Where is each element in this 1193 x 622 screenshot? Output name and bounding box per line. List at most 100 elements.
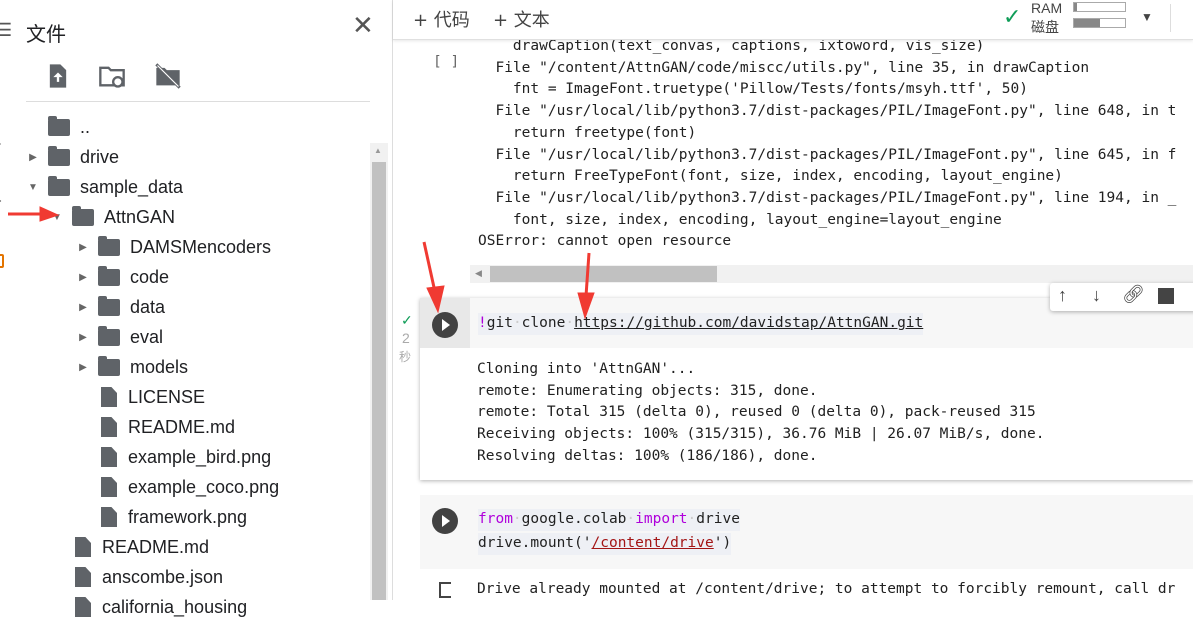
collapse-icon[interactable]: ▼ bbox=[26, 182, 40, 193]
scroll-up-icon[interactable]: ▲ bbox=[374, 146, 382, 155]
item-label: models bbox=[130, 356, 189, 377]
disk-label: 磁盘 bbox=[1031, 20, 1059, 36]
cell-output-line: Drive already mounted at /content/drive;… bbox=[477, 581, 1176, 597]
comment-icon[interactable] bbox=[1158, 288, 1174, 304]
sidebar-scrollbar-thumb[interactable] bbox=[372, 162, 386, 600]
item-label: anscombe.json bbox=[102, 566, 224, 587]
output-icon bbox=[439, 582, 451, 598]
connected-check-icon: ✓ bbox=[1003, 4, 1022, 29]
folder-icon bbox=[72, 205, 94, 226]
folder-item[interactable]: ▶ eval bbox=[76, 322, 163, 352]
code-token: drive bbox=[696, 511, 740, 527]
expand-icon[interactable]: ▶ bbox=[76, 302, 90, 313]
file-icon bbox=[101, 507, 117, 527]
upload-file-icon[interactable] bbox=[44, 62, 72, 90]
folder-item[interactable]: ▶ drive bbox=[26, 142, 119, 172]
folder-item[interactable]: ▶ models bbox=[76, 352, 188, 382]
expand-icon[interactable]: ▶ bbox=[76, 362, 90, 373]
cell-success-icon: ✓ bbox=[401, 312, 413, 328]
file-icon bbox=[101, 477, 117, 497]
folder-icon bbox=[48, 145, 70, 166]
file-item[interactable]: california_housing bbox=[50, 592, 247, 622]
ram-bar[interactable] bbox=[1073, 2, 1126, 12]
code-token: clone bbox=[521, 315, 566, 331]
menu-icon[interactable]: ☰ bbox=[0, 20, 12, 41]
refresh-folder-icon[interactable] bbox=[98, 62, 126, 90]
folder-icon bbox=[48, 175, 70, 196]
folder-item[interactable]: ▶ data bbox=[76, 292, 165, 322]
file-item[interactable]: README.md bbox=[50, 532, 209, 562]
close-icon[interactable]: ✕ bbox=[352, 10, 374, 41]
item-label: .. bbox=[80, 116, 91, 137]
divider bbox=[1170, 4, 1171, 32]
link-icon[interactable]: 🔗︎ bbox=[1122, 284, 1145, 305]
code-cell[interactable]: from·google.colab·import·drive drive.mou… bbox=[420, 495, 1193, 569]
file-item[interactable]: README.md bbox=[76, 412, 235, 442]
scroll-left-icon[interactable]: ◀ bbox=[475, 268, 482, 279]
ram-label: RAM bbox=[1031, 0, 1063, 16]
move-up-icon[interactable]: ↑ bbox=[1058, 285, 1067, 306]
file-item[interactable]: framework.png bbox=[76, 502, 247, 532]
run-cell-button[interactable] bbox=[432, 508, 458, 534]
parent-folder-icon bbox=[48, 115, 70, 136]
scrollbar-thumb[interactable] bbox=[490, 266, 717, 282]
notebook: + 代码 + 文本 ✓ RAM 磁盘 ▼ [ ] drawCaption(tex… bbox=[393, 0, 1193, 600]
folder-item[interactable]: ▶ code bbox=[76, 262, 169, 292]
move-down-icon[interactable]: ↓ bbox=[1092, 285, 1101, 306]
collapse-icon[interactable]: ▼ bbox=[50, 212, 64, 223]
file-icon bbox=[75, 567, 91, 587]
mount-drive-off-icon[interactable] bbox=[154, 62, 182, 90]
output-line: Cloning into 'AttnGAN'... bbox=[477, 361, 696, 377]
output-line: File "/usr/local/lib/python3.7/dist-pack… bbox=[478, 146, 1177, 163]
code-icon[interactable]: › bbox=[0, 135, 1, 153]
item-label: README.md bbox=[128, 416, 236, 437]
code-token: ! bbox=[478, 315, 487, 331]
disk-bar[interactable] bbox=[1073, 18, 1126, 28]
variables-icon[interactable]: } bbox=[0, 192, 1, 210]
folder-item[interactable]: ▶ DAMSMencoders bbox=[76, 232, 271, 262]
file-item[interactable]: anscombe.json bbox=[50, 562, 223, 592]
folder-item[interactable]: ▼ sample_data bbox=[26, 172, 183, 202]
expand-icon[interactable]: ▶ bbox=[76, 272, 90, 283]
notebook-toolbar: + 代码 + 文本 ✓ RAM 磁盘 ▼ bbox=[393, 0, 1193, 40]
file-icon bbox=[75, 597, 91, 617]
cell-exec-time-unit: 秒 bbox=[399, 350, 412, 364]
expand-icon[interactable]: ▶ bbox=[76, 242, 90, 253]
add-code-button[interactable]: + 代码 bbox=[413, 6, 470, 32]
file-item[interactable]: example_bird.png bbox=[76, 442, 271, 472]
item-label: framework.png bbox=[128, 506, 248, 527]
run-cell-button[interactable] bbox=[432, 312, 458, 338]
output-horizontal-scrollbar[interactable]: ◀ bbox=[470, 265, 1193, 283]
output-line: File "/usr/local/lib/python3.7/dist-pack… bbox=[478, 189, 1177, 206]
item-label: example_bird.png bbox=[128, 446, 272, 467]
file-item[interactable]: LICENSE bbox=[76, 382, 205, 412]
item-label: LICENSE bbox=[128, 386, 206, 407]
add-text-button[interactable]: + 文本 bbox=[493, 6, 550, 32]
folder-icon bbox=[98, 355, 120, 376]
code-cell-focused[interactable]: !git·clone·https://github.com/davidstap/… bbox=[420, 298, 1193, 480]
expand-icon[interactable]: ▶ bbox=[26, 152, 40, 163]
folder-item[interactable]: ▼ AttnGAN bbox=[50, 202, 175, 232]
cell-output: drawCaption(text_convas, captions, ixtow… bbox=[478, 36, 1176, 253]
output-line: Receiving objects: 100% (315/315), 36.76… bbox=[477, 426, 1045, 443]
cell-execution-count[interactable]: [ ] bbox=[433, 52, 459, 74]
cell-output: Cloning into 'AttnGAN'... remote: Enumera… bbox=[477, 359, 1044, 468]
code-token: google.colab bbox=[521, 511, 627, 527]
output-line: OSError: cannot open resource bbox=[478, 233, 732, 250]
expand-icon[interactable]: ▶ bbox=[76, 332, 90, 343]
code-url-link[interactable]: https://github.com/davidstap/AttnGAN.git bbox=[574, 315, 923, 331]
item-label: data bbox=[130, 296, 166, 317]
resources-dropdown-icon[interactable]: ▼ bbox=[1141, 10, 1153, 24]
code-token: ') bbox=[713, 535, 732, 551]
code-token: git bbox=[486, 315, 513, 331]
file-icon bbox=[75, 537, 91, 557]
item-label: drive bbox=[80, 146, 120, 167]
item-label: DAMSMencoders bbox=[130, 236, 272, 257]
file-item[interactable]: example_coco.png bbox=[76, 472, 279, 502]
folder-item[interactable]: .. bbox=[26, 112, 90, 142]
files-icon[interactable] bbox=[0, 254, 4, 268]
folder-icon bbox=[98, 325, 120, 346]
output-line: remote: Enumerating objects: 315, done. bbox=[477, 382, 818, 399]
file-icon bbox=[101, 447, 117, 467]
output-line: File "/content/AttnGAN/code/miscc/utils.… bbox=[478, 59, 1090, 76]
